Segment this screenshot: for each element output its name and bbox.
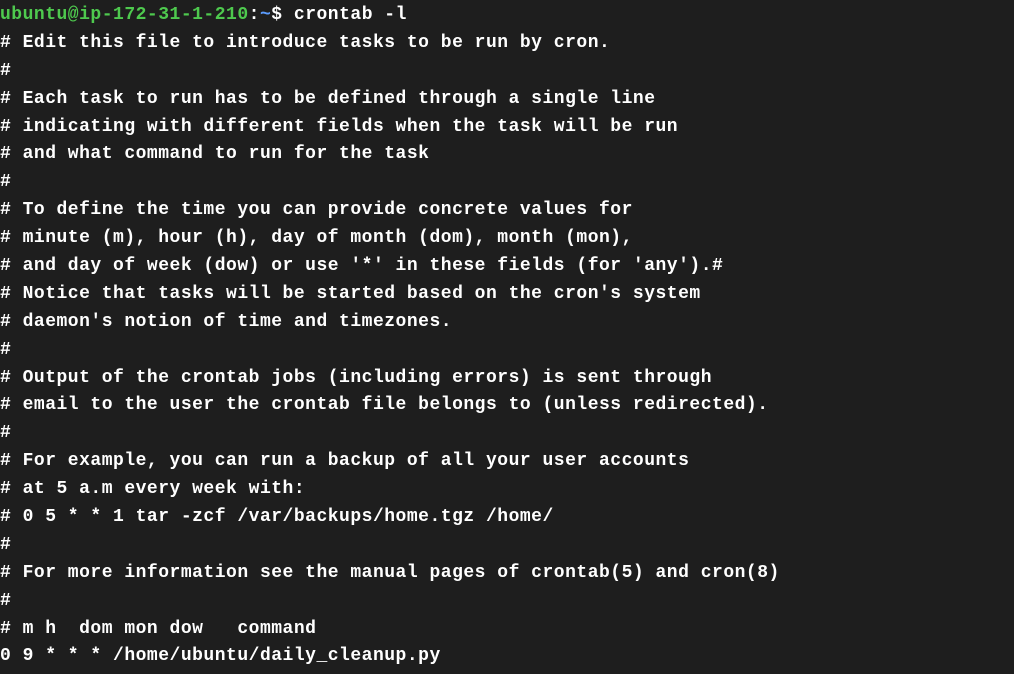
output-line: # minute (m), hour (h), day of month (do… xyxy=(0,228,633,248)
terminal-output[interactable]: ubuntu@ip-172-31-1-210:~$ crontab -l # E… xyxy=(0,2,1014,671)
output-line: # 0 5 * * 1 tar -zcf /var/backups/home.t… xyxy=(0,507,554,527)
output-line: # xyxy=(0,340,11,360)
prompt-dollar: $ xyxy=(271,5,282,25)
output-line: # m h dom mon dow command xyxy=(0,619,316,639)
output-line: # For more information see the manual pa… xyxy=(0,563,780,583)
output-line: # email to the user the crontab file bel… xyxy=(0,395,769,415)
prompt-line: ubuntu@ip-172-31-1-210:~$ crontab -l xyxy=(0,5,407,25)
output-line: # xyxy=(0,423,11,443)
output-line: # xyxy=(0,591,11,611)
output-line: # xyxy=(0,172,11,192)
output-line: 0 9 * * * /home/ubuntu/daily_cleanup.py xyxy=(0,646,441,666)
prompt-user-host: ubuntu@ip-172-31-1-210 xyxy=(0,5,249,25)
output-line: # at 5 a.m every week with: xyxy=(0,479,305,499)
output-line: # xyxy=(0,61,11,81)
output-line: # For example, you can run a backup of a… xyxy=(0,451,689,471)
output-line: # daemon's notion of time and timezones. xyxy=(0,312,452,332)
prompt-path: ~ xyxy=(260,5,271,25)
output-line: # Notice that tasks will be started base… xyxy=(0,284,701,304)
prompt-colon: : xyxy=(249,5,260,25)
output-line: # Each task to run has to be defined thr… xyxy=(0,89,656,109)
output-line: # and what command to run for the task xyxy=(0,144,429,164)
output-line: # Output of the crontab jobs (including … xyxy=(0,368,712,388)
output-line: # xyxy=(0,535,11,555)
output-line: # and day of week (dow) or use '*' in th… xyxy=(0,256,723,276)
command-input: crontab -l xyxy=(294,5,407,25)
output-line: # To define the time you can provide con… xyxy=(0,200,633,220)
output-line: # indicating with different fields when … xyxy=(0,117,678,137)
output-line: # Edit this file to introduce tasks to b… xyxy=(0,33,610,53)
